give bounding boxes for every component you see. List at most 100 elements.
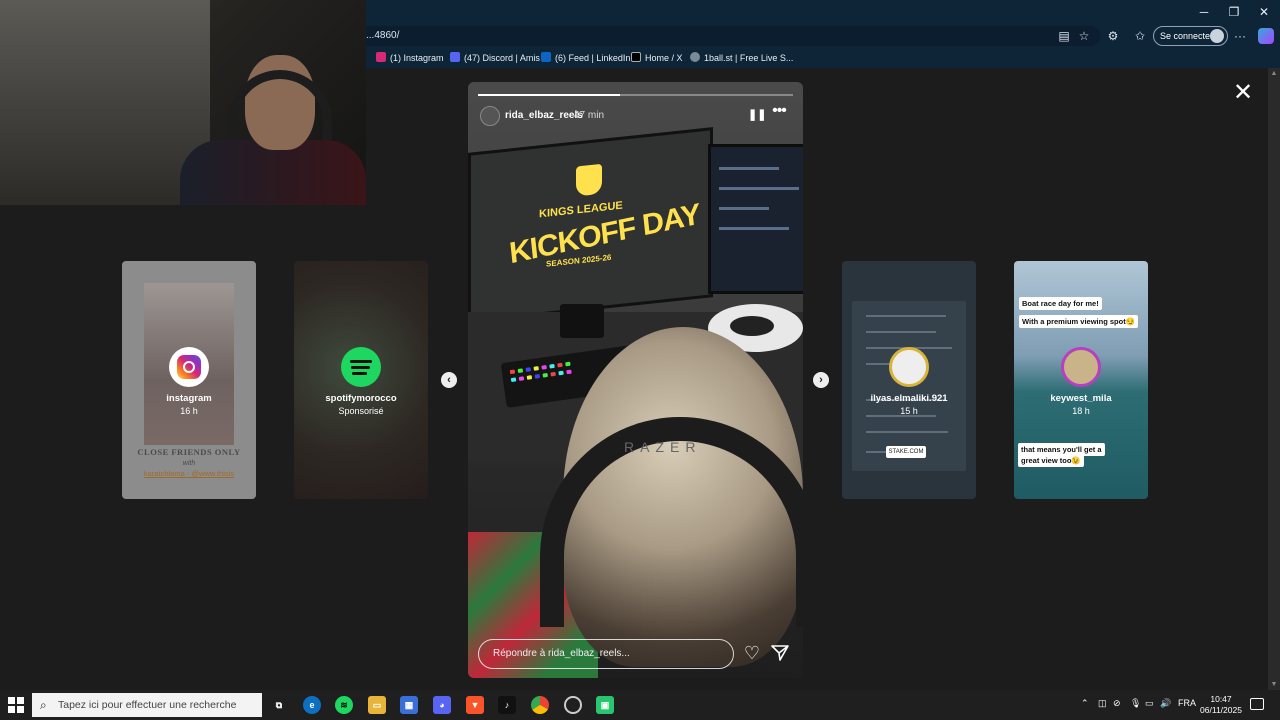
card-sponsored: Sponsorisé <box>338 406 384 416</box>
app-icon[interactable]: ▣ <box>596 696 614 714</box>
previous-story-arrow-icon[interactable]: ‹ <box>441 372 457 388</box>
active-story[interactable]: KINGS LEAGUE KICKOFF DAY SEASON 2025-26 … <box>468 82 803 678</box>
tray-app-icon[interactable]: ◫ <box>1098 698 1107 709</box>
linkedin-icon <box>541 52 551 62</box>
story-monitor-2 <box>708 144 803 294</box>
discord-taskbar-icon[interactable]: ◕ <box>433 696 451 714</box>
bookmark-label: 1ball.st | Free Live S... <box>704 53 794 63</box>
search-placeholder: Tapez ici pour effectuer une recherche <box>58 699 237 711</box>
bookmark-label: (6) Feed | LinkedIn <box>555 53 631 63</box>
bookmark-1ball[interactable]: 1ball.st | Free Live S... <box>690 51 793 65</box>
bookmark-linkedin[interactable]: (6) Feed | LinkedIn <box>541 51 630 65</box>
reader-icon[interactable]: ▤ <box>1056 28 1072 44</box>
taskbar-search-input[interactable]: ⌕ Tapez ici pour effectuer une recherche <box>32 693 262 717</box>
language-indicator[interactable]: FRA <box>1178 698 1196 708</box>
scroll-down-icon[interactable]: ▼ <box>1270 681 1278 688</box>
store-icon[interactable]: ▦ <box>400 696 418 714</box>
story-progress-fill <box>478 94 620 96</box>
chrome-icon[interactable] <box>531 696 549 714</box>
sign-in-button[interactable]: Se connecter <box>1153 26 1228 46</box>
scroll-up-icon[interactable]: ▲ <box>1270 70 1278 77</box>
favorites-icon[interactable]: ✩ <box>1132 28 1148 44</box>
card-avatar <box>169 347 209 387</box>
extensions-icon[interactable]: ⚙ <box>1105 28 1121 44</box>
card-avatar <box>889 347 929 387</box>
x-icon <box>631 52 641 62</box>
close-stories-icon[interactable]: ✕ <box>1232 81 1254 105</box>
brave-icon[interactable]: ▼ <box>466 696 484 714</box>
story-username[interactable]: rida_elbaz_reels <box>505 110 583 121</box>
card-caption-who: karatchlama - @www.thisis <box>143 469 235 478</box>
page-scrollbar[interactable]: ▲ ▼ <box>1268 68 1280 690</box>
sign-in-label: Se connecter <box>1160 31 1214 41</box>
favorite-star-icon[interactable]: ☆ <box>1076 28 1092 44</box>
microphone-icon[interactable]: 🎙 <box>1130 698 1141 709</box>
card-avatar <box>1061 347 1101 387</box>
webcam-headphones <box>228 70 332 140</box>
clock[interactable]: 10:47 06/11/2025 <box>1200 694 1242 716</box>
discord-icon <box>450 52 460 62</box>
clock-time: 10:47 <box>1210 694 1232 704</box>
card-time: 16 h <box>180 406 198 416</box>
edge-icon[interactable]: e <box>303 696 321 714</box>
story-card-spotifymorocco[interactable]: spotifymorocco Sponsorisé <box>294 261 428 499</box>
card-username: spotifymorocco <box>325 393 397 404</box>
stake-logo: STAKE.COM <box>886 446 926 458</box>
windows-taskbar: ⌕ Tapez ici pour effectuer une recherche… <box>0 690 1280 720</box>
network-icon[interactable]: ▭ <box>1145 698 1154 709</box>
story-monitor: KINGS LEAGUE KICKOFF DAY SEASON 2025-26 <box>468 127 713 323</box>
card-username: keywest_mila <box>1050 393 1112 404</box>
card-time: 18 h <box>1072 406 1090 416</box>
bookmark-label: (47) Discord | Amis <box>464 53 540 63</box>
next-story-arrow-icon[interactable]: › <box>813 372 829 388</box>
card-caption-title: CLOSE FRIENDS ONLY <box>137 447 241 457</box>
more-menu-icon[interactable]: ··· <box>1232 28 1248 44</box>
webcam-background <box>0 0 210 205</box>
send-icon[interactable] <box>770 643 790 663</box>
story-progress-bar <box>478 94 793 96</box>
task-view-icon[interactable]: ⧉ <box>270 696 288 714</box>
copilot-icon[interactable] <box>1258 28 1274 44</box>
notifications-icon[interactable] <box>1250 698 1264 710</box>
file-explorer-icon[interactable]: ▭ <box>368 696 386 714</box>
bookmark-x[interactable]: Home / X <box>631 51 683 65</box>
restore-icon[interactable]: ❐ <box>1218 0 1250 24</box>
more-options-icon[interactable]: ••• <box>770 103 788 122</box>
story-card-instagram[interactable]: instagram 16 h CLOSE FRIENDS ONLY with k… <box>122 261 256 499</box>
bookmark-instagram[interactable]: (1) Instagram <box>376 51 444 65</box>
story-card-ilyas[interactable]: ilyas.elmaliki.921 15 h STAKE.COM <box>842 261 976 499</box>
windows-start-icon[interactable] <box>8 697 24 713</box>
instagram-icon <box>376 52 386 62</box>
card-time: 15 h <box>900 406 918 416</box>
pause-icon[interactable]: ❚❚ <box>748 108 766 122</box>
webcam-overlay <box>0 0 366 205</box>
close-window-icon[interactable]: ✕ <box>1248 0 1280 24</box>
bookmark-label: (1) Instagram <box>390 53 444 63</box>
volume-icon[interactable]: 🔊 <box>1160 698 1171 709</box>
search-icon: ⌕ <box>40 698 47 712</box>
profile-avatar-icon <box>1210 29 1224 43</box>
minimize-icon[interactable]: ─ <box>1188 0 1220 24</box>
card-username: ilyas.elmaliki.921 <box>870 393 948 404</box>
tray-network-off-icon[interactable]: ⊘ <box>1113 698 1121 709</box>
card-caption: With a premium viewing spot😏 <box>1019 315 1139 328</box>
story-user-avatar[interactable] <box>480 106 500 126</box>
spotify-icon <box>341 347 381 387</box>
card-username: instagram <box>166 393 212 404</box>
story-streamdeck <box>560 304 604 338</box>
bookmark-discord[interactable]: (47) Discord | Amis <box>450 51 540 65</box>
instagram-icon <box>177 355 201 379</box>
clock-date: 06/11/2025 <box>1200 705 1242 715</box>
tray-chevron-icon[interactable]: ⌃ <box>1081 698 1089 709</box>
card-caption-with: with <box>182 460 196 467</box>
reply-input[interactable]: Répondre à rida_elbaz_reels... <box>478 639 734 669</box>
obs-icon[interactable] <box>564 696 582 714</box>
bookmark-label: Home / X <box>645 53 683 63</box>
tiktok-icon[interactable]: ♪ <box>498 696 516 714</box>
story-card-keywest[interactable]: Boat race day for me! With a premium vie… <box>1014 261 1148 499</box>
headphones-brand: RAZER <box>624 439 702 455</box>
like-heart-icon[interactable]: ♡ <box>742 643 762 663</box>
card-caption: great view too😉 <box>1018 454 1084 467</box>
address-bar[interactable]: ...4860/ <box>358 26 1100 46</box>
spotify-taskbar-icon[interactable]: ≋ <box>335 696 353 714</box>
